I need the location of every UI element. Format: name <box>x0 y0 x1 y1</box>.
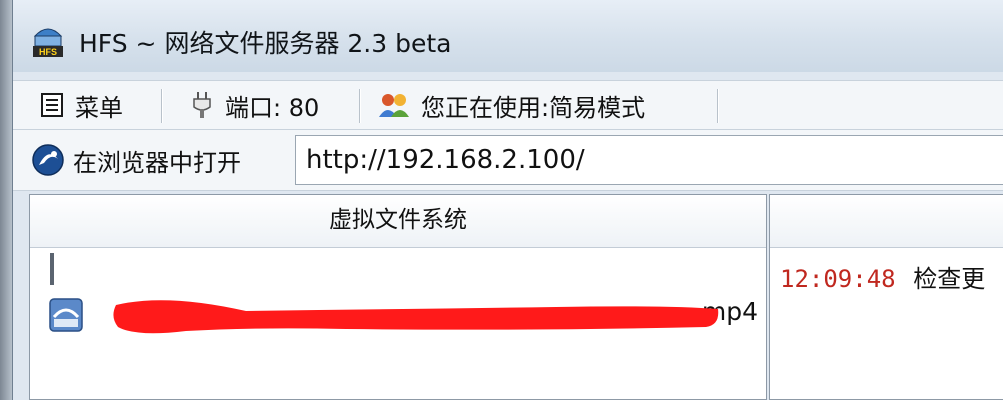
tree-root-node[interactable] <box>50 253 54 285</box>
users-icon <box>379 94 409 117</box>
file-list-item[interactable]: .mp4 <box>48 291 758 335</box>
toolbar-separator <box>717 89 719 123</box>
log-panel: 12:09:48 检查更 <box>769 194 1003 400</box>
toolbar-separator <box>161 89 163 123</box>
menu-icon <box>41 93 63 117</box>
vfs-panel: 虚拟文件系统 .mp4 <box>29 194 767 400</box>
desktop-background-strip <box>0 0 12 400</box>
redaction-mark <box>113 300 719 334</box>
url-field[interactable]: http://192.168.2.100/ <box>295 135 1003 185</box>
menu-label: 菜单 <box>75 93 123 122</box>
vfs-header[interactable]: 虚拟文件系统 <box>30 195 766 248</box>
log-message: 检查更 <box>913 265 986 293</box>
browser-icon <box>32 144 64 176</box>
log-entry: 12:09:48 检查更 <box>780 259 985 294</box>
menu-button[interactable]: 菜单 <box>39 87 123 123</box>
window-title: HFS ~ 网络文件服务器 2.3 beta <box>79 29 452 58</box>
log-time: 12:09:48 <box>780 265 896 293</box>
title-bar[interactable]: HFS HFS ~ 网络文件服务器 2.3 beta <box>13 0 1003 72</box>
open-in-browser-button[interactable]: 在浏览器中打开 <box>31 140 241 180</box>
hfs-app-icon: HFS <box>33 28 63 57</box>
svg-text:HFS: HFS <box>39 47 57 57</box>
plug-icon <box>193 92 211 118</box>
port-label: 端口: 80 <box>225 93 320 122</box>
url-bar: 在浏览器中打开 http://192.168.2.100/ <box>13 130 1003 191</box>
log-header <box>770 195 1003 248</box>
mode-label: 您正在使用:简易模式 <box>421 93 646 122</box>
video-file-icon <box>49 298 83 332</box>
toolbar: 菜单 端口: 80 您正在使用:简易模式 <box>13 80 1003 130</box>
toolbar-separator <box>359 89 361 123</box>
open-in-browser-label: 在浏览器中打开 <box>73 148 241 177</box>
port-button[interactable]: 端口: 80 <box>189 87 319 123</box>
mode-button[interactable]: 您正在使用:简易模式 <box>377 87 645 123</box>
hfs-window: HFS HFS ~ 网络文件服务器 2.3 beta 菜单 端口: 80 您正在… <box>12 0 1003 400</box>
